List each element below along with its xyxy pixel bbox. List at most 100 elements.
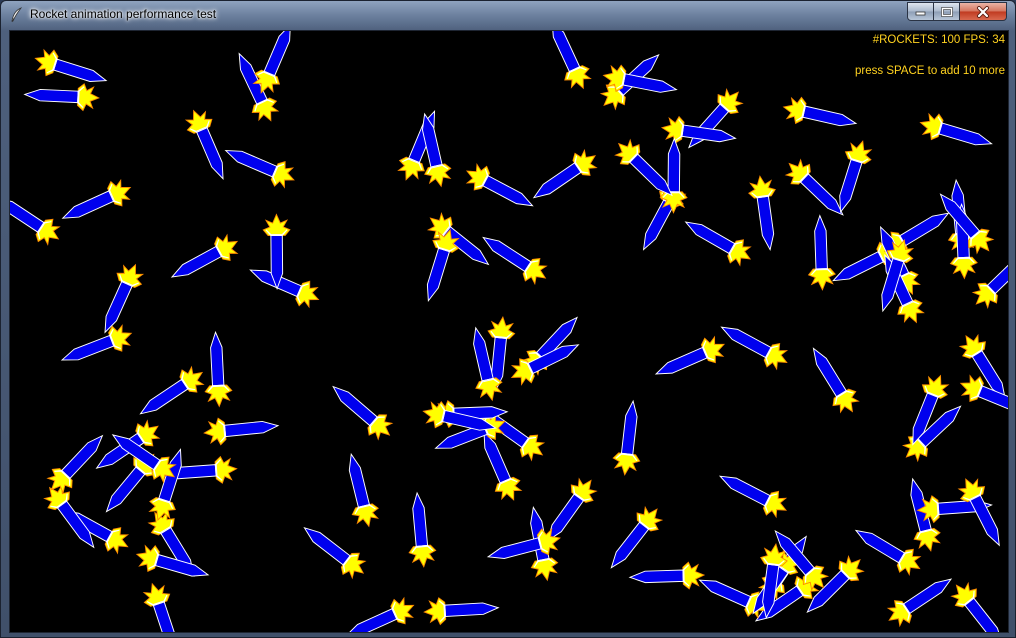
rocket bbox=[718, 475, 788, 519]
rocket bbox=[551, 31, 592, 90]
rocket-body bbox=[105, 466, 146, 513]
rocket-body bbox=[839, 158, 863, 214]
minimize-button[interactable] bbox=[907, 2, 934, 21]
rocket-body bbox=[628, 569, 684, 584]
rocket-body bbox=[23, 88, 79, 104]
rocket-body bbox=[718, 475, 771, 507]
rocket-body bbox=[902, 578, 953, 615]
rocket-body bbox=[210, 330, 225, 387]
rocket bbox=[919, 112, 993, 146]
rocket bbox=[684, 221, 752, 267]
rocket bbox=[61, 178, 132, 219]
rocket bbox=[408, 491, 437, 568]
rocket-flame bbox=[77, 83, 100, 112]
rocket-flame bbox=[782, 96, 807, 125]
rocket-body bbox=[831, 251, 884, 282]
rocket-body bbox=[654, 346, 708, 375]
rocket-flame bbox=[748, 175, 776, 199]
rocket-body bbox=[938, 122, 993, 146]
close-button[interactable] bbox=[959, 2, 1007, 21]
rocket-body bbox=[698, 579, 752, 608]
rocket-body bbox=[756, 195, 775, 252]
rocket-flame bbox=[530, 557, 559, 582]
rocket-scene bbox=[10, 31, 1008, 632]
rocket-flame bbox=[203, 417, 227, 446]
rocket bbox=[10, 197, 61, 246]
rocket bbox=[34, 48, 108, 82]
rocket bbox=[950, 581, 1004, 632]
rocket bbox=[224, 150, 295, 189]
rocket-body bbox=[486, 537, 542, 559]
rocket bbox=[465, 163, 534, 207]
rocket-body bbox=[802, 105, 858, 127]
title-bar[interactable]: Rocket animation performance test bbox=[1, 1, 1015, 29]
window-title: Rocket animation performance test bbox=[30, 7, 217, 21]
rocket bbox=[782, 96, 858, 127]
rocket-body bbox=[344, 608, 398, 632]
close-icon bbox=[977, 5, 989, 18]
rocket bbox=[423, 597, 500, 626]
animation-canvas[interactable]: #ROCKETS: 100 FPS: 34 press SPACE to add… bbox=[9, 30, 1009, 633]
rocket bbox=[886, 578, 953, 628]
minimize-icon bbox=[915, 11, 926, 16]
rocket-body bbox=[224, 150, 278, 178]
rocket bbox=[628, 561, 706, 590]
rocket-flame bbox=[682, 561, 706, 590]
rocket-body bbox=[620, 399, 638, 456]
maximize-button[interactable] bbox=[933, 2, 960, 21]
rocket bbox=[807, 214, 836, 291]
rocket bbox=[654, 335, 726, 375]
rocket-body bbox=[139, 378, 189, 415]
rocket-body bbox=[969, 494, 1000, 547]
rocket bbox=[348, 452, 379, 528]
rocket bbox=[812, 347, 860, 414]
rocket-body bbox=[622, 73, 678, 93]
rocket-body bbox=[332, 385, 378, 427]
rocket-body bbox=[10, 197, 45, 233]
rocket-flame bbox=[487, 315, 516, 340]
rocket bbox=[344, 596, 415, 632]
rocket-body bbox=[196, 127, 224, 180]
rocket bbox=[139, 365, 205, 415]
rocket bbox=[184, 109, 224, 180]
rocket-body bbox=[532, 162, 582, 199]
rocket bbox=[610, 505, 664, 569]
rocket-body bbox=[61, 434, 104, 479]
rocket bbox=[612, 399, 641, 476]
feather-app-icon bbox=[11, 7, 23, 23]
rocket-body bbox=[303, 527, 351, 566]
rocket-body bbox=[720, 326, 772, 359]
rocket-body bbox=[551, 31, 581, 73]
rocket bbox=[303, 527, 367, 580]
rocket-body bbox=[684, 221, 736, 255]
rocket-flame bbox=[660, 115, 685, 144]
rocket-body bbox=[667, 137, 681, 193]
rocket-body bbox=[53, 58, 108, 82]
rocket-body bbox=[899, 212, 950, 247]
rocket bbox=[720, 326, 789, 371]
rocket-body bbox=[814, 214, 828, 270]
rocket bbox=[170, 233, 239, 278]
rocket-body bbox=[986, 251, 1008, 295]
rocket bbox=[784, 158, 844, 216]
rocket-flame bbox=[424, 163, 452, 188]
rocket-body bbox=[104, 280, 133, 334]
rocket-body bbox=[812, 347, 847, 398]
rocket-flame bbox=[612, 452, 641, 476]
rocket-body bbox=[60, 334, 115, 361]
rocket-body bbox=[964, 597, 1004, 632]
rocket bbox=[510, 344, 580, 386]
application-window: Rocket animation performance test #ROCKE… bbox=[0, 0, 1016, 638]
rocket-body bbox=[412, 491, 429, 547]
rocket-body bbox=[473, 326, 494, 382]
rocket-flame bbox=[949, 256, 978, 280]
rocket-body bbox=[224, 420, 280, 438]
rocket-body bbox=[348, 452, 371, 508]
rocket-body bbox=[610, 521, 650, 569]
rocket-body bbox=[170, 245, 223, 278]
rocket-body bbox=[263, 31, 291, 77]
rocket bbox=[60, 324, 133, 361]
rocket-body bbox=[482, 236, 532, 273]
rocket bbox=[332, 385, 394, 441]
rocket-flame bbox=[262, 213, 291, 237]
